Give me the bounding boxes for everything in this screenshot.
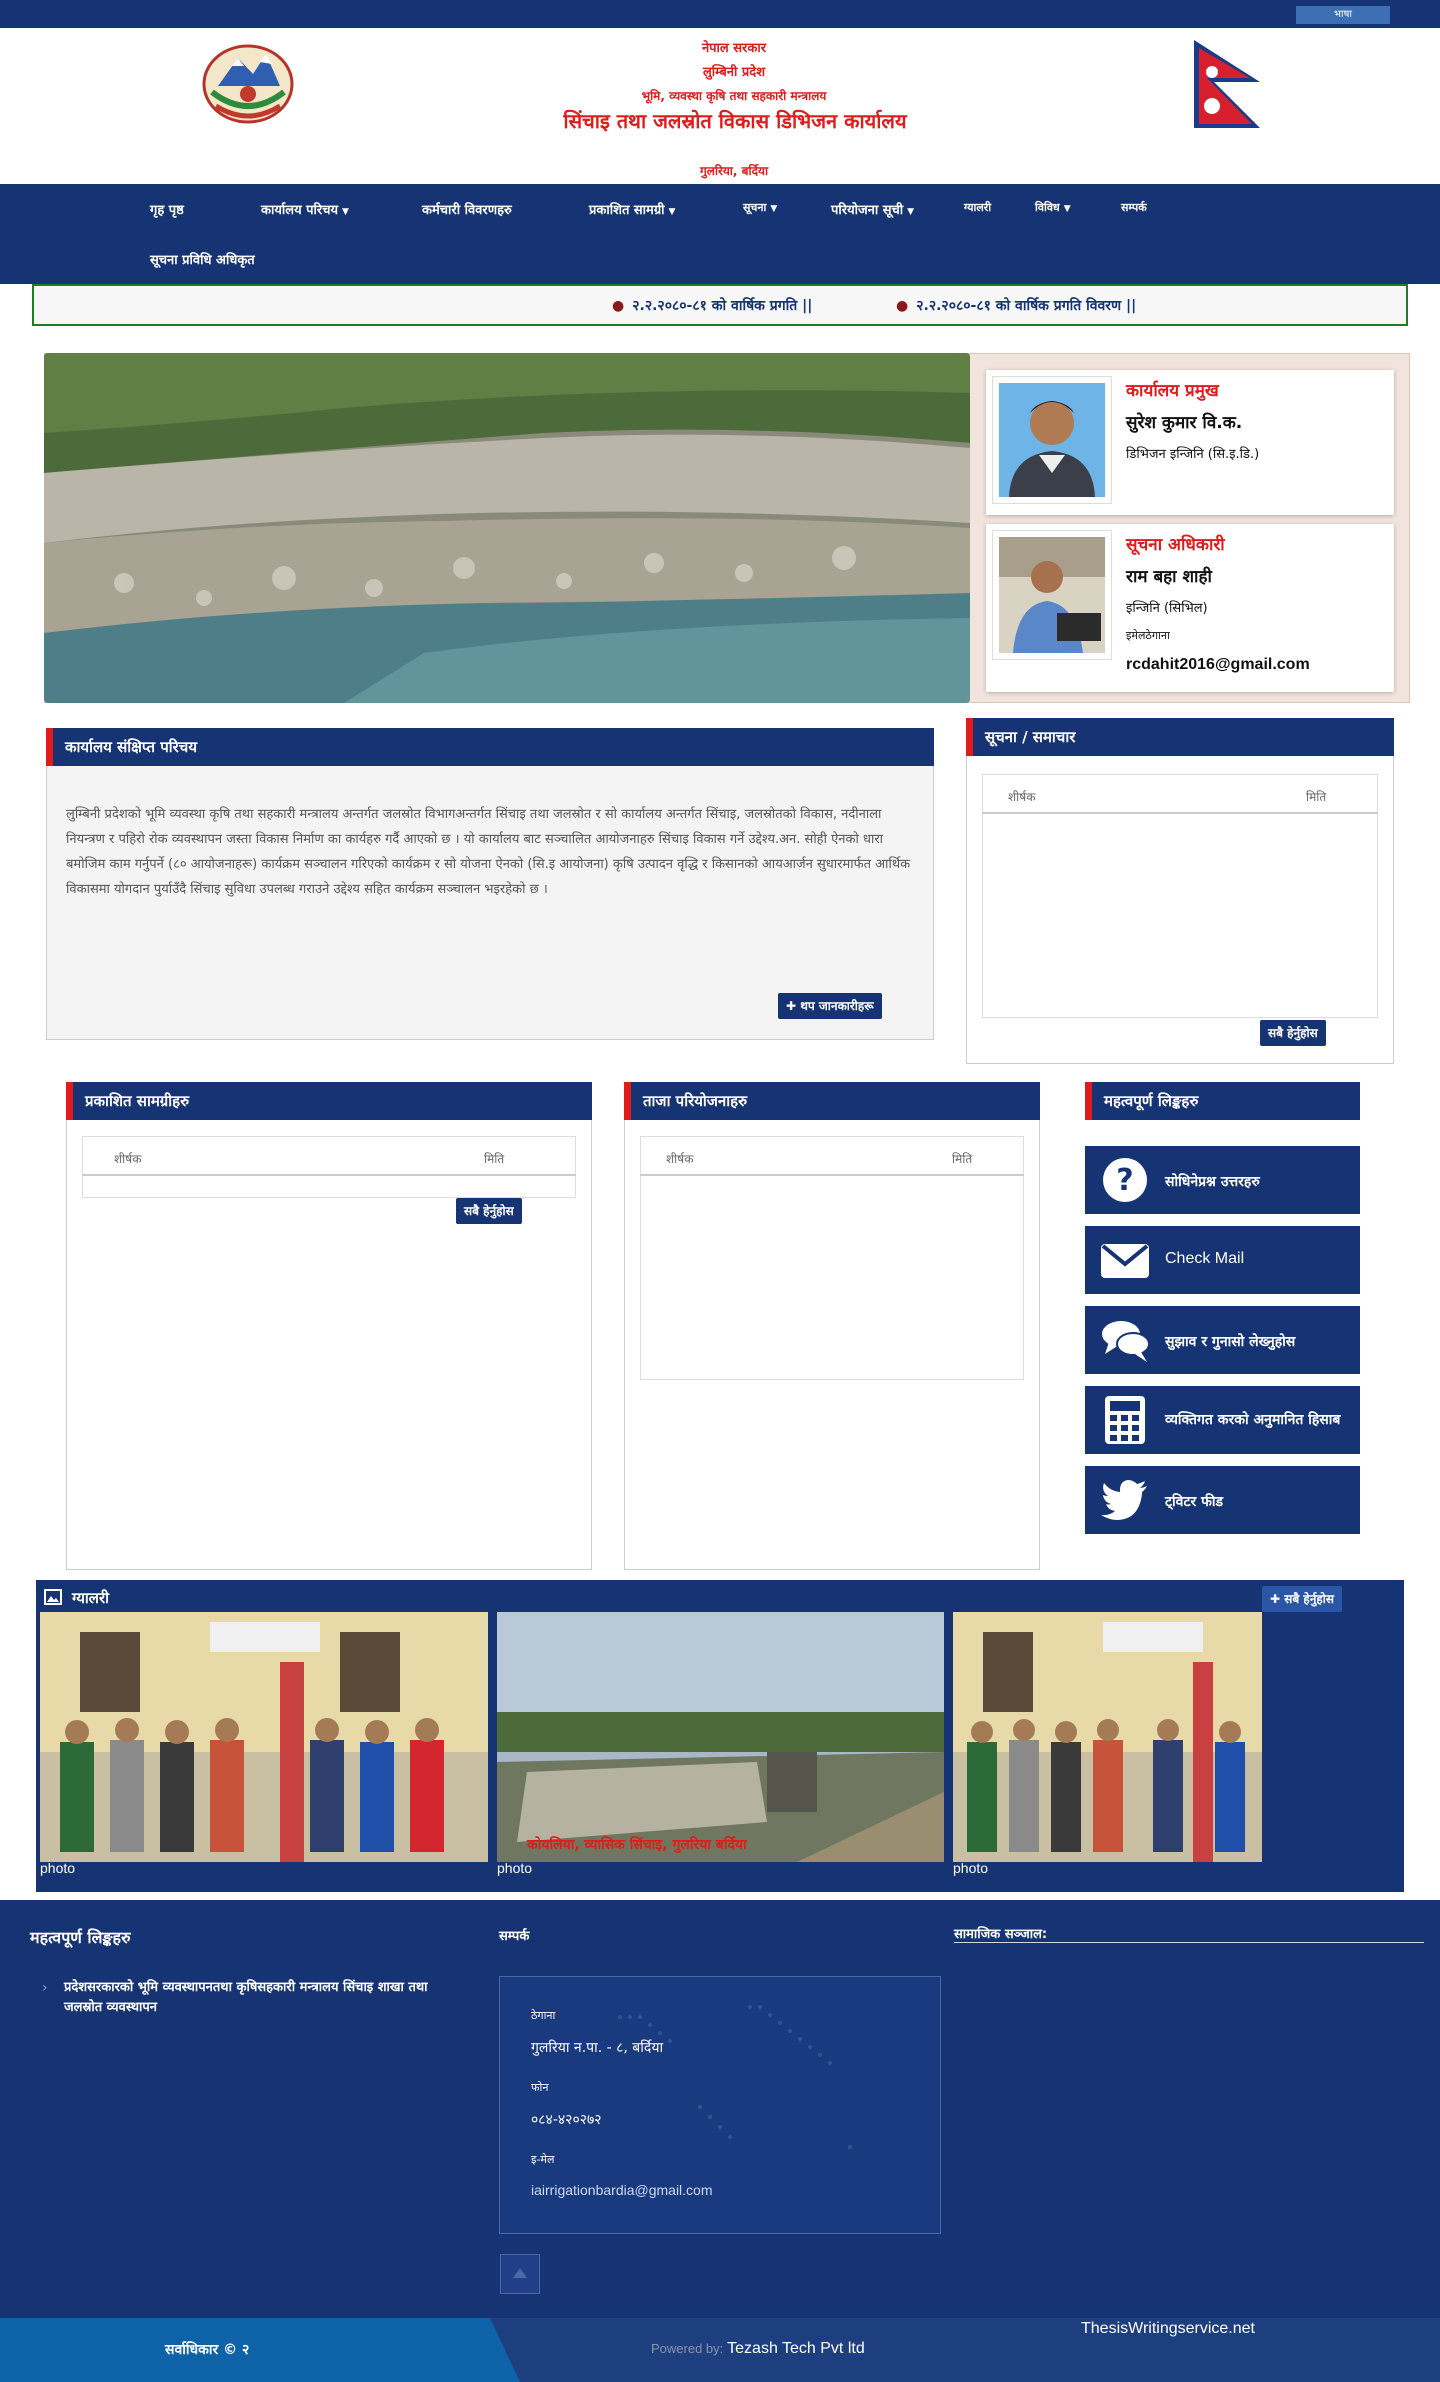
intro-text: लुम्बिनी प्रदेशको भूमि व्यवस्था कृषि तथा… bbox=[66, 807, 911, 897]
nav-notice[interactable]: सूचना ▼ bbox=[743, 200, 777, 215]
chevron-down-icon: ▼ bbox=[668, 207, 676, 217]
staff-photo-chief bbox=[992, 376, 1112, 504]
gallery-caption: photo bbox=[40, 1860, 76, 1876]
top-strip bbox=[0, 0, 1440, 28]
link-feedback[interactable]: सुझाव र गुनासो लेख्नुहोस bbox=[1085, 1306, 1360, 1374]
gallery-heading: ग्यालरी bbox=[72, 1589, 109, 1607]
notice-col-date: मिति bbox=[1306, 790, 1327, 804]
published-col-date: मिति bbox=[484, 1152, 505, 1166]
intro-heading: कार्यालय संक्षिप्त परिचय bbox=[46, 728, 934, 766]
nav-publications[interactable]: प्रकाशित सामग्री ▼ bbox=[589, 200, 675, 218]
scroll-up-button[interactable] bbox=[500, 2254, 540, 2294]
svg-text:?: ? bbox=[1116, 1163, 1133, 1198]
staff-position: डिभिजन इन्जिनि (सि.इ.डि.) bbox=[1126, 447, 1260, 462]
email-label: इ-मेल bbox=[531, 2153, 555, 2166]
nav-contact[interactable]: सम्पर्क bbox=[1121, 200, 1147, 215]
email-value[interactable]: iairrigationbardia@gmail.com bbox=[531, 2182, 713, 2198]
powered-by-link[interactable]: Tezash Tech Pvt ltd bbox=[727, 2340, 865, 2357]
chevron-down-icon: ▼ bbox=[1063, 204, 1071, 214]
plus-icon: ✚ bbox=[1270, 1592, 1285, 1606]
nav-it-officer[interactable]: सूचना प्रविधि अधिकृत bbox=[150, 250, 255, 268]
staff-photo-info-officer bbox=[992, 530, 1112, 660]
copyright-text: सर्वाधिकार © २ bbox=[165, 2342, 250, 2358]
powered-by: Powered by: Tezash Tech Pvt ltd bbox=[651, 2340, 865, 2357]
twitter-icon bbox=[1101, 1480, 1147, 1520]
gallery-photo[interactable] bbox=[497, 1612, 944, 1862]
footer-contact-heading: सम्पर्क bbox=[499, 1929, 530, 1944]
footer-links-heading: महत्वपूर्ण लिङ्कहरु bbox=[30, 1928, 131, 1947]
nepal-flag bbox=[1190, 36, 1266, 132]
mail-icon bbox=[1101, 1244, 1149, 1278]
gallery-overlay-text: कोयलिया, व्यासिक सिंचाइ, गुलरिया बर्दिया bbox=[527, 1837, 747, 1853]
office-name: सिंचाइ तथा जलस्रोत विकास डिभिजन कार्यालय bbox=[563, 109, 907, 133]
chevron-down-icon: ▼ bbox=[342, 207, 349, 217]
header-line-1: नेपाल सरकार bbox=[701, 41, 767, 56]
link-tax-calculator[interactable]: व्यक्तिगत करको अनुमानित हिसाब bbox=[1085, 1386, 1360, 1454]
header-address: गुलरिया, बर्दिया bbox=[699, 164, 769, 178]
staff-role: सूचना अधिकारी bbox=[1126, 535, 1225, 555]
phone-value: ०८४-४२०२७२ bbox=[531, 2112, 602, 2128]
intro-more-button[interactable]: ✚ थप जानकारीहरू bbox=[778, 993, 882, 1019]
header-line-3: भूमि, व्यवस्था कृषि तथा सहकारी मन्त्रालय bbox=[641, 89, 827, 103]
footer-link[interactable]: प्रदेशसरकारको भूमि व्यवस्थापनतथा कृषिसहक… bbox=[64, 1978, 444, 2018]
bullet-icon: ● bbox=[612, 298, 625, 314]
staff-email[interactable]: rcdahit2016@gmail.com bbox=[1126, 656, 1310, 674]
published-view-all-button[interactable]: सबै हेर्नुहोस bbox=[456, 1198, 522, 1224]
nav-office-intro[interactable]: कार्यालय परिचय ▼ bbox=[261, 200, 349, 218]
gallery-photo[interactable] bbox=[953, 1612, 1262, 1862]
staff-name: राम बहा शाही bbox=[1126, 567, 1212, 587]
chevron-down-icon: ▼ bbox=[907, 207, 915, 217]
nav-gallery[interactable]: ग्यालरी bbox=[964, 200, 991, 215]
address-label: ठेगाना bbox=[531, 2009, 556, 2022]
notice-col-title: शीर्षक bbox=[1008, 790, 1036, 804]
comments-icon bbox=[1102, 1321, 1150, 1362]
gallery-photo[interactable] bbox=[40, 1612, 488, 1862]
link-twitter[interactable]: ट्विटर फीड bbox=[1085, 1466, 1360, 1534]
projects-heading: ताजा परियोजनाहरु bbox=[624, 1082, 1040, 1120]
nav-misc[interactable]: विविध ▼ bbox=[1035, 200, 1071, 215]
gallery-view-all-button[interactable]: ✚ सबै हेर्नुहोस bbox=[1262, 1586, 1343, 1612]
staff-role: कार्यालय प्रमुख bbox=[1126, 381, 1219, 401]
arrow-up-icon bbox=[513, 2268, 527, 2278]
gallery-caption: photo bbox=[497, 1860, 533, 1876]
notice-heading: सूचना / समाचार bbox=[966, 718, 1394, 756]
thesis-link[interactable]: ThesisWritingservice.net bbox=[1081, 2320, 1255, 2338]
staff-position: इन्जिनि (सिभिल) bbox=[1126, 601, 1208, 616]
divider bbox=[954, 1942, 1424, 1943]
staff-name: सुरेश कुमार वि.क. bbox=[1126, 413, 1243, 433]
image-icon bbox=[44, 1588, 64, 1608]
address-value: गुलरिया न.पा. - ८, बर्दिया bbox=[531, 2040, 664, 2056]
header-line-2: लुम्बिनी प्रदेश bbox=[702, 65, 766, 80]
language-button[interactable]: भाषा bbox=[1296, 6, 1390, 24]
plus-icon: ✚ bbox=[786, 999, 801, 1013]
projects-col-title: शीर्षक bbox=[666, 1152, 694, 1166]
links-heading: महत्वपूर्ण लिङ्कहरु bbox=[1085, 1082, 1360, 1120]
nepal-emblem-logo bbox=[198, 36, 298, 126]
link-faq[interactable]: ? सोधिनेप्रश्न उत्तरहरु bbox=[1085, 1146, 1360, 1214]
chevron-right-icon: › bbox=[42, 1980, 48, 1996]
nav-projects[interactable]: परियोजना सूची ▼ bbox=[831, 200, 914, 218]
bullet-icon: ● bbox=[896, 298, 909, 314]
nav-staff[interactable]: कर्मचारी विवरणहरु bbox=[422, 200, 512, 218]
hero-river-image bbox=[44, 353, 970, 703]
question-icon: ? bbox=[1103, 1158, 1147, 1202]
social-heading: सामाजिक सञ्जाल: bbox=[954, 1927, 1048, 1942]
ticker-item[interactable]: ● २.२.२०८०-८१ को वार्षिक प्रगति || bbox=[612, 296, 812, 315]
main-navbar bbox=[0, 184, 1440, 284]
published-heading: प्रकाशित सामग्रीहरु bbox=[66, 1082, 592, 1120]
link-check-mail[interactable]: Check Mail bbox=[1085, 1226, 1360, 1294]
chevron-down-icon: ▼ bbox=[770, 204, 778, 214]
published-col-title: शीर्षक bbox=[114, 1152, 142, 1166]
email-label: इमेलठेगाना bbox=[1126, 629, 1170, 642]
projects-col-date: मिति bbox=[952, 1152, 973, 1166]
nav-home[interactable]: गृह पृष्ठ bbox=[150, 200, 184, 218]
gallery-caption: photo bbox=[953, 1860, 989, 1876]
ticker-item[interactable]: ● २.२.२०८०-८१ को वार्षिक प्रगति विवरण || bbox=[896, 296, 1136, 315]
copyright-band bbox=[0, 2318, 520, 2382]
calculator-icon bbox=[1105, 1396, 1145, 1444]
phone-label: फोन bbox=[531, 2081, 549, 2094]
notice-view-all-button[interactable]: सबै हेर्नुहोस bbox=[1260, 1020, 1326, 1046]
